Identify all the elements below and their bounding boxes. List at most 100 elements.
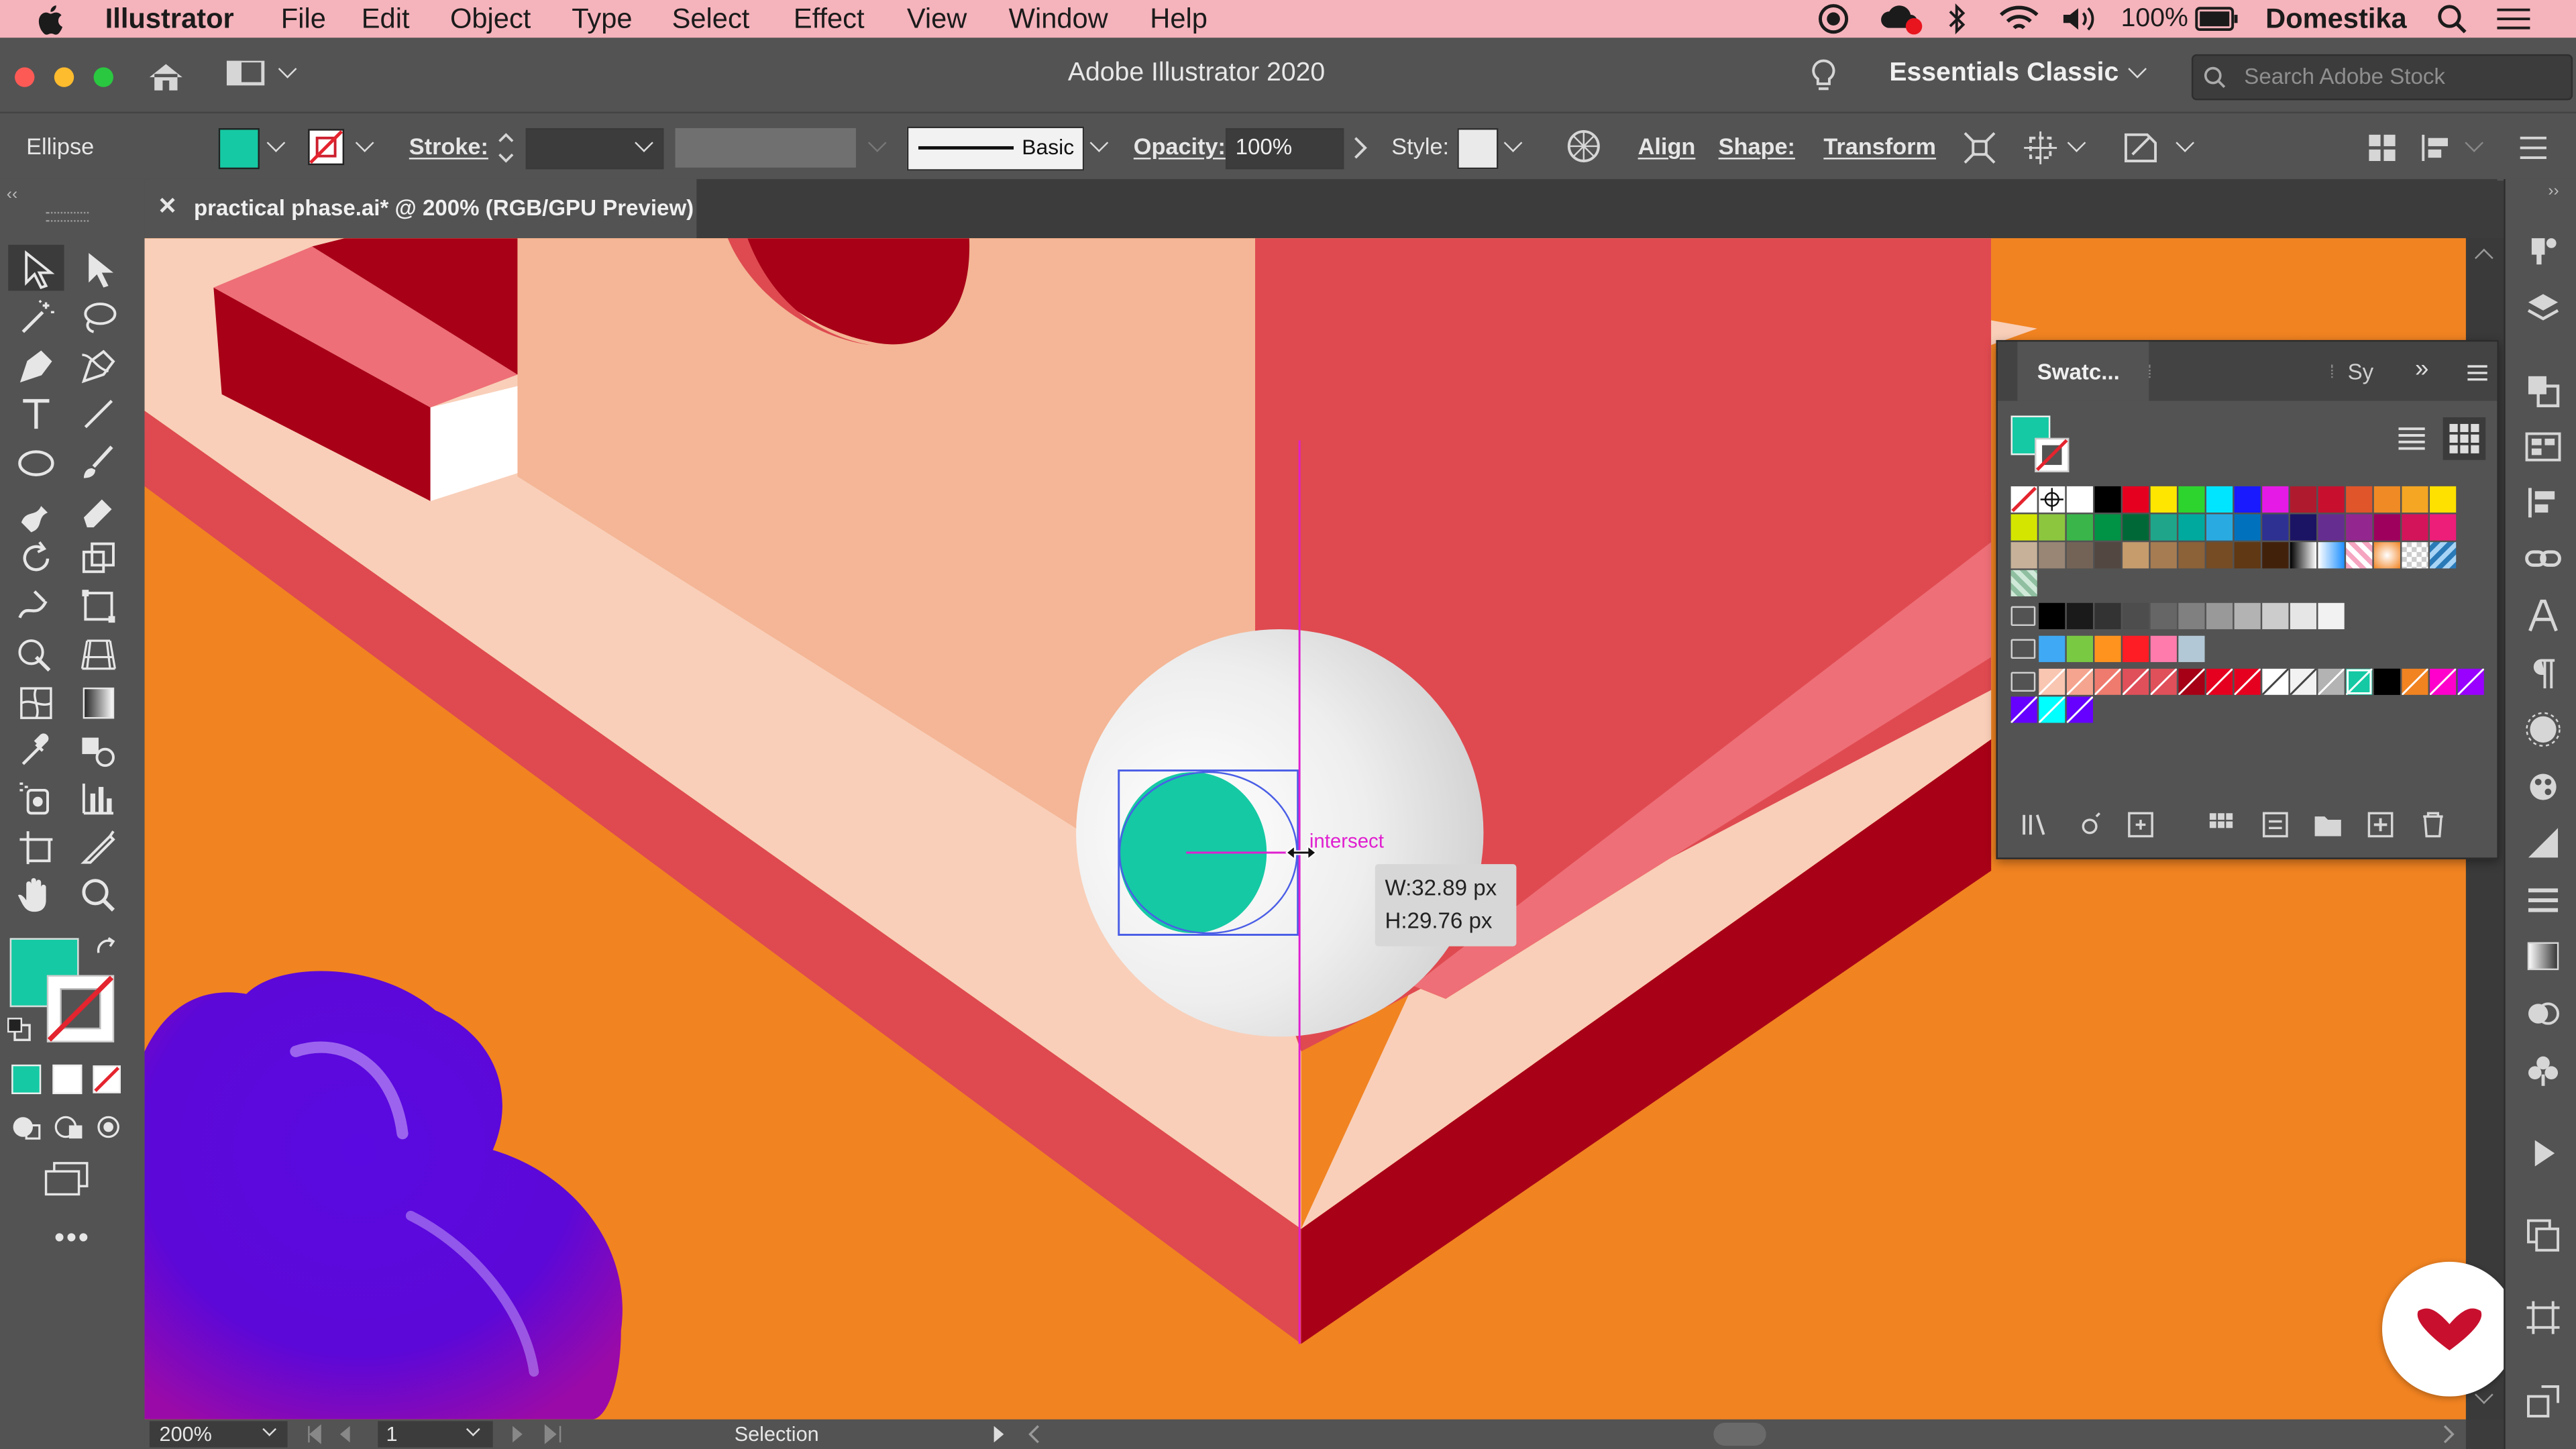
swatch[interactable] (2094, 514, 2121, 541)
swatch[interactable] (2094, 542, 2121, 569)
symbols-icon[interactable] (2525, 1051, 2561, 1087)
swatch[interactable] (2430, 514, 2457, 541)
tab-swatches[interactable]: Swatc... (2017, 341, 2149, 401)
status-mode-label[interactable]: Selection (735, 1423, 819, 1446)
properties-icon[interactable] (2525, 233, 2561, 270)
workspace-chevron-icon[interactable] (2128, 60, 2147, 78)
swatch[interactable] (2094, 486, 2121, 513)
pen-tool-icon[interactable] (15, 345, 58, 388)
swatch[interactable] (2206, 542, 2233, 569)
character-icon[interactable] (2525, 598, 2561, 634)
swatch[interactable] (2346, 514, 2373, 541)
swatch[interactable] (2150, 542, 2177, 569)
align-button[interactable]: Align (1638, 113, 1696, 180)
zoom-tool-icon[interactable] (77, 874, 120, 917)
swatch[interactable] (2039, 542, 2065, 569)
swatch[interactable] (2066, 635, 2094, 662)
swatch[interactable] (2178, 635, 2205, 662)
swatch[interactable] (2094, 635, 2121, 662)
export-assets-icon[interactable] (2525, 1383, 2561, 1419)
swatch[interactable] (2262, 514, 2289, 541)
swatch[interactable] (2318, 668, 2345, 695)
creative-cloud-icon[interactable] (1876, 1, 1925, 36)
swatch[interactable] (2039, 514, 2065, 541)
swatch-options-icon[interactable] (2126, 810, 2155, 839)
artboard-chevron-icon[interactable] (466, 1422, 480, 1437)
swatch[interactable] (2430, 486, 2457, 513)
stroke-none-swatch[interactable] (307, 128, 345, 166)
scroll-left-icon[interactable] (1027, 1424, 1043, 1444)
home-icon[interactable] (146, 61, 186, 94)
swatch[interactable] (2234, 602, 2261, 629)
swatch-pattern[interactable] (2402, 542, 2428, 569)
stroke-weight-stepper-icon[interactable] (496, 128, 516, 168)
shaper-tool-icon[interactable] (15, 490, 58, 533)
artboard-number-field[interactable]: 1 (378, 1421, 493, 1448)
swatch-group-folder-icon[interactable] (2010, 606, 2036, 627)
graphic-style-swatch[interactable] (1457, 128, 1499, 170)
transform-panel-icon[interactable] (2525, 1299, 2561, 1336)
eraser-tool-icon[interactable] (77, 490, 120, 533)
new-swatch-icon[interactable] (2366, 810, 2396, 839)
selection-tool-icon[interactable] (15, 248, 58, 291)
swatch-gradient[interactable] (2373, 542, 2400, 569)
recolor-artwork-icon[interactable] (1566, 128, 1602, 164)
expand-panel-icon[interactable]: » (2415, 355, 2428, 383)
edit-toolbar-icon[interactable]: ••• (54, 1221, 91, 1255)
opacity-label[interactable]: Opacity: (1134, 113, 1226, 180)
delete-swatch-icon[interactable] (2418, 810, 2448, 839)
menu-help[interactable]: Help (1150, 0, 1208, 38)
swatch[interactable] (2150, 514, 2177, 541)
swatch[interactable] (2066, 668, 2094, 695)
arrange-dropdown-chevron-icon[interactable] (278, 60, 297, 78)
swatch[interactable] (2123, 542, 2149, 569)
column-graph-tool-icon[interactable] (77, 777, 120, 820)
stroke-color-box[interactable] (46, 974, 115, 1043)
spotlight-search-icon[interactable] (2436, 3, 2468, 35)
grid-view-icon[interactable] (2449, 423, 2479, 453)
scroll-up-icon[interactable] (2475, 248, 2493, 268)
swatch[interactable] (2402, 668, 2428, 695)
line-segment-tool-icon[interactable] (77, 392, 120, 435)
swatch[interactable] (2178, 542, 2205, 569)
new-color-group-folder-icon[interactable] (2313, 810, 2343, 839)
select-similar-chevron-icon[interactable] (2176, 133, 2194, 152)
transparency-icon[interactable] (2525, 824, 2561, 861)
swatch[interactable] (2430, 668, 2457, 695)
swatch[interactable] (2066, 486, 2094, 513)
swatch[interactable] (2290, 514, 2317, 541)
swatch[interactable] (2010, 696, 2037, 723)
swatch[interactable] (2178, 668, 2205, 695)
menu-window[interactable]: Window (1009, 0, 1108, 38)
swatch-group-folder-icon[interactable] (2010, 672, 2036, 692)
warp-tool-icon[interactable] (15, 585, 58, 628)
swatch[interactable] (2066, 602, 2094, 629)
zoom-chevron-icon[interactable] (262, 1422, 277, 1437)
rotate-tool-icon[interactable] (15, 537, 58, 580)
color-mode-button[interactable] (11, 1064, 42, 1095)
swatch[interactable] (2150, 486, 2177, 513)
mesh-tool-icon[interactable] (15, 682, 58, 724)
artboard-next-nav-icon[interactable] (509, 1424, 568, 1444)
swatch[interactable] (2457, 668, 2484, 695)
swatch[interactable] (2262, 542, 2289, 569)
menu-select[interactable]: Select (672, 0, 750, 38)
draw-behind-icon[interactable] (52, 1112, 85, 1142)
fill-dropdown-chevron-icon[interactable] (266, 133, 286, 152)
shape-builder-tool-icon[interactable] (15, 634, 58, 677)
swatch-pattern[interactable] (2346, 542, 2373, 569)
swatch[interactable] (2178, 514, 2205, 541)
new-color-group-grid-icon[interactable] (2206, 810, 2236, 839)
default-fill-stroke-icon[interactable] (7, 1017, 33, 1043)
swatch[interactable] (2318, 602, 2345, 629)
direct-selection-tool-icon[interactable] (77, 248, 120, 291)
notification-center-icon[interactable] (2496, 5, 2532, 33)
symbol-sprayer-tool-icon[interactable] (15, 777, 58, 820)
swatch-selected[interactable] (2346, 668, 2373, 695)
transform-button[interactable]: Transform (1823, 113, 1936, 180)
swap-fill-stroke-icon[interactable] (94, 936, 120, 963)
swatch[interactable] (2066, 542, 2094, 569)
zoom-level-field[interactable]: 200% (149, 1421, 288, 1448)
collapse-dock-icon[interactable]: ›› (2548, 182, 2559, 201)
layers-icon[interactable] (2525, 290, 2561, 327)
